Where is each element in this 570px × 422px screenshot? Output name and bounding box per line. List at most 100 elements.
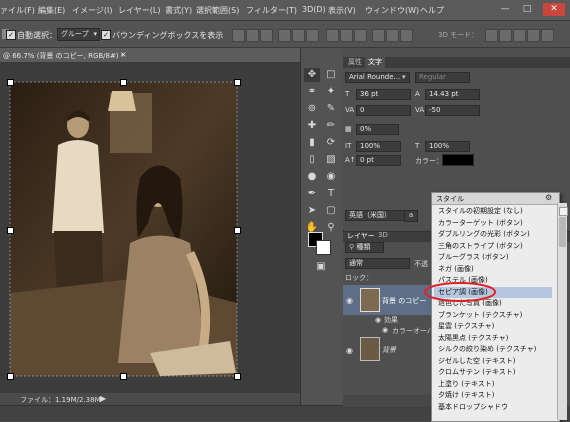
style-item[interactable]: ダブルリングの光彩 (ボタン) (434, 229, 552, 240)
3d-pan-icon[interactable] (513, 29, 526, 42)
maximize-icon[interactable]: □ (519, 3, 535, 16)
font-size-field[interactable]: 36 pt (356, 89, 411, 100)
align-bottom-icon[interactable] (260, 29, 273, 42)
clone-stamp-icon[interactable]: ▮ (304, 136, 320, 150)
color-overlay-eye-icon[interactable]: ◉ (382, 326, 388, 334)
shape-tool-icon[interactable]: ▢ (323, 204, 339, 218)
menu-file[interactable]: ァイル(F) (0, 5, 35, 16)
auto-select-checkbox[interactable]: ✓ (6, 30, 16, 40)
tab-layers[interactable]: レイヤー (347, 231, 375, 241)
quick-mask-icon[interactable]: ▣ (313, 260, 329, 274)
menu-select[interactable]: 選択範囲(S) (196, 5, 239, 16)
style-item[interactable]: ブルーグラス (ボタン) (434, 252, 552, 263)
distribute-bottom-icon[interactable] (354, 29, 367, 42)
eyedropper-icon[interactable]: ✎ (323, 102, 339, 116)
menu-view[interactable]: 表示(V) (328, 5, 356, 16)
leading-field[interactable]: 14.43 pt (425, 89, 480, 100)
magic-wand-icon[interactable]: ✦ (323, 85, 339, 99)
dodge-tool-icon[interactable]: ◉ (323, 170, 339, 184)
brush-tool-icon[interactable]: ✏ (323, 119, 339, 133)
menu-3d[interactable]: 3D(D) (302, 5, 326, 14)
style-item[interactable]: シルクの絞り染め (テクスチャ) (434, 344, 552, 355)
tracking-field[interactable]: -50 (425, 105, 480, 116)
handle-bottom-right[interactable] (234, 373, 241, 380)
close-icon[interactable]: ✕ (543, 3, 565, 16)
crop-tool-icon[interactable]: ⊚ (304, 102, 320, 116)
menu-edit[interactable]: 編集(E) (38, 5, 65, 16)
document-tab[interactable]: @ 66.7% (背景 のコピー, RGB/8#) * × (0, 48, 300, 63)
status-arrow-icon[interactable]: ▶ (100, 394, 106, 403)
path-select-icon[interactable]: ➤ (304, 204, 320, 218)
close-tab-icon[interactable]: × (120, 50, 127, 59)
distribute-top-icon[interactable] (326, 29, 339, 42)
handle-top-left[interactable] (7, 79, 14, 86)
distribute-left-icon[interactable] (372, 29, 385, 42)
handle-middle-right[interactable] (234, 227, 241, 234)
zoom-tool-icon[interactable]: ⚲ (323, 221, 339, 235)
font-style-select[interactable]: Regular (415, 72, 470, 83)
handle-middle-left[interactable] (7, 227, 14, 234)
language-select[interactable]: 英語（米国） (345, 210, 405, 221)
font-family-select[interactable]: Arial Rounde... (345, 72, 410, 83)
eye-icon[interactable]: ◉ (346, 346, 353, 355)
kerning-field[interactable]: 0 (356, 105, 411, 116)
history-brush-icon[interactable]: ⟳ (323, 136, 339, 150)
handle-top-center[interactable] (120, 79, 127, 86)
eye-icon[interactable]: ◉ (346, 296, 353, 305)
menu-window[interactable]: ウィンドウ(W) (365, 5, 419, 16)
tab-properties[interactable]: 属性 (345, 57, 365, 68)
horizontal-scale-field[interactable]: 100% (425, 141, 470, 152)
tab-character[interactable]: 文字 (365, 57, 385, 68)
aa-badge[interactable]: a (404, 210, 418, 222)
bounding-box-checkbox[interactable]: ✓ (101, 30, 111, 40)
style-item[interactable]: 基本ドロップシャドウ (434, 402, 552, 413)
distribute-middle-icon[interactable] (340, 29, 353, 42)
lasso-tool-icon[interactable]: ⚭ (304, 85, 320, 99)
style-item[interactable]: カラーターゲット (ボタン) (434, 218, 552, 229)
move-tool-icon[interactable]: ✥ (304, 68, 320, 82)
scroll-up-button[interactable] (559, 207, 568, 216)
align-top-icon[interactable] (232, 29, 245, 42)
gear-icon[interactable]: ⚙ (545, 193, 552, 202)
minimize-icon[interactable]: — (497, 3, 513, 16)
style-item[interactable]: ブランケット (テクスチャ) (434, 310, 552, 321)
marquee-tool-icon[interactable]: □ (323, 68, 339, 82)
align-left-icon[interactable] (278, 29, 291, 42)
distribute-right-icon[interactable] (400, 29, 413, 42)
style-item[interactable]: ジゼルした空 (テキスト) (434, 356, 552, 367)
pen-tool-icon[interactable]: ✒ (304, 187, 320, 201)
background-color-swatch[interactable] (316, 240, 331, 255)
menu-image[interactable]: イメージ(I) (72, 5, 112, 16)
style-list-scrollbar[interactable] (557, 203, 568, 420)
handle-bottom-left[interactable] (7, 373, 14, 380)
handle-top-right[interactable] (234, 79, 241, 86)
canvas-area[interactable] (0, 63, 300, 393)
layer-kind-filter[interactable]: ⚲ 種類 (345, 242, 384, 253)
scroll-thumb[interactable] (559, 217, 566, 247)
layer-effects-label[interactable]: 効果 (384, 315, 398, 325)
vertical-scale-field[interactable]: 100% (356, 141, 401, 152)
style-item[interactable]: 夕焼け (テキスト) (434, 390, 552, 401)
style-item[interactable]: ネガ (画像) (434, 264, 552, 275)
3d-slide-icon[interactable] (527, 29, 540, 42)
3d-rotate-icon[interactable] (485, 29, 498, 42)
auto-select-dropdown[interactable]: グループ ▾ (57, 28, 100, 41)
style-item[interactable]: スタイルの初期設定 (なし) (434, 206, 552, 217)
style-item[interactable]: 太陽黒点 (テクスチャ) (434, 333, 552, 344)
blend-mode-select[interactable]: 通常 (345, 258, 410, 269)
healing-brush-icon[interactable]: ✚ (304, 119, 320, 133)
baseline-field[interactable]: 0 pt (356, 155, 401, 166)
distribute-center-icon[interactable] (386, 29, 399, 42)
style-item[interactable]: クロムサテン (テキスト) (434, 367, 552, 378)
3d-roll-icon[interactable] (499, 29, 512, 42)
handle-bottom-center[interactable] (120, 373, 127, 380)
tsume-field[interactable]: 0% (356, 124, 399, 135)
align-center-icon[interactable] (292, 29, 305, 42)
blur-tool-icon[interactable]: ● (304, 170, 320, 184)
menu-help[interactable]: ヘルプ (420, 5, 444, 16)
layer-name-background[interactable]: 背景 (382, 345, 396, 355)
eraser-tool-icon[interactable]: ▯ (304, 153, 320, 167)
style-item[interactable]: 三角のストライプ (ボタン) (434, 241, 552, 252)
gradient-tool-icon[interactable]: ▧ (323, 153, 339, 167)
menu-type[interactable]: 書式(Y) (165, 5, 192, 16)
